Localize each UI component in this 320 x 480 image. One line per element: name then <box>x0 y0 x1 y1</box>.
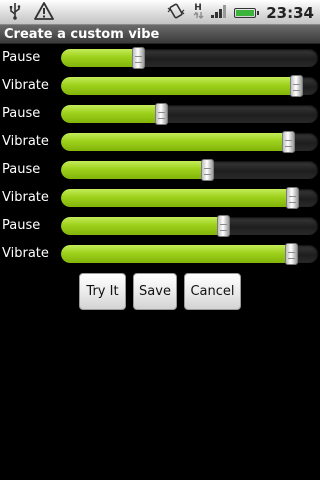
slider-label: Pause <box>2 106 41 121</box>
slider-thumb[interactable] <box>132 47 146 69</box>
slider-row: Pause <box>0 212 320 240</box>
slider-track[interactable] <box>61 245 318 263</box>
battery-icon <box>234 7 260 18</box>
page-title: Create a custom vibe <box>4 27 160 42</box>
signal-icon <box>210 3 228 23</box>
try-it-button[interactable]: Try It <box>79 273 126 310</box>
slider-track[interactable] <box>61 105 318 123</box>
cancel-button[interactable]: Cancel <box>184 273 241 310</box>
usb-icon <box>8 2 22 24</box>
slider-fill <box>61 245 291 263</box>
slider-track[interactable] <box>61 189 318 207</box>
slider-label: Vibrate <box>2 246 49 261</box>
slider-row: Vibrate <box>0 184 320 212</box>
slider-label: Pause <box>2 162 41 177</box>
slider-track[interactable] <box>61 77 318 95</box>
title-bar: Create a custom vibe <box>0 25 320 44</box>
slider-thumb[interactable] <box>216 215 230 237</box>
battery-level <box>236 9 255 16</box>
slider-row: Pause <box>0 156 320 184</box>
slider-thumb[interactable] <box>155 103 169 125</box>
slider-fill <box>61 133 289 151</box>
slider-fill <box>61 77 297 95</box>
slider-thumb[interactable] <box>285 243 298 265</box>
slider-fill <box>61 49 139 67</box>
screen: H 23:34 Create a custom vibe Pause Vibra… <box>0 0 320 480</box>
slider-track[interactable] <box>61 133 318 151</box>
vibrate-mode-icon <box>166 2 186 24</box>
slider-row: Vibrate <box>0 72 320 100</box>
slider-thumb[interactable] <box>286 187 300 209</box>
save-button[interactable]: Save <box>133 273 177 310</box>
slider-row: Vibrate <box>0 128 320 156</box>
clock: 23:34 <box>266 3 314 22</box>
slider-label: Vibrate <box>2 78 49 93</box>
slider-track[interactable] <box>61 161 318 179</box>
slider-fill <box>61 105 162 123</box>
slider-fill <box>61 217 223 235</box>
slider-row: Pause <box>0 44 320 72</box>
svg-text:H: H <box>194 3 202 13</box>
slider-track[interactable] <box>61 49 318 67</box>
slider-row: Pause <box>0 100 320 128</box>
slider-label: Pause <box>2 218 41 233</box>
slider-thumb[interactable] <box>282 131 296 153</box>
slider-label: Vibrate <box>2 134 49 149</box>
hspa-data-icon: H <box>192 1 204 25</box>
slider-fill <box>61 189 293 207</box>
slider-track[interactable] <box>61 217 318 235</box>
slider-label: Pause <box>2 50 41 65</box>
slider-thumb[interactable] <box>290 75 304 97</box>
slider-fill <box>61 161 208 179</box>
slider-thumb[interactable] <box>201 159 215 181</box>
status-bar: H 23:34 <box>0 0 320 25</box>
warning-icon <box>34 1 54 24</box>
slider-label: Vibrate <box>2 190 49 205</box>
slider-row: Vibrate <box>0 240 320 268</box>
